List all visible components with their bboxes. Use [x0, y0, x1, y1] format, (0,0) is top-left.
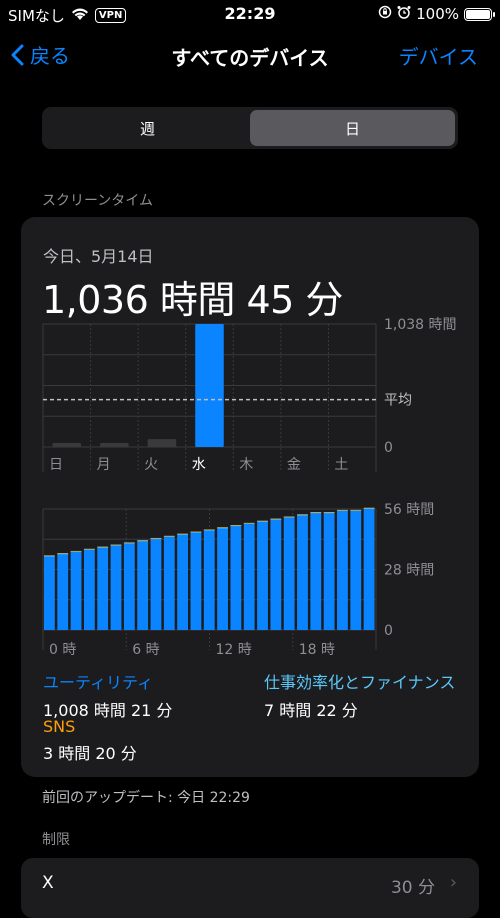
bar-hour-2-仕事効率化とファイナンス — [71, 551, 82, 552]
bar-hour-0-仕事効率化とファイナンス — [44, 556, 55, 557]
limit-app-name: X — [42, 873, 54, 893]
bar-hour-16-仕事効率化とファイナンス — [257, 521, 268, 522]
bar-hour-17-仕事効率化とファイナンス — [270, 519, 281, 520]
limit-app-value: 30 分 — [391, 873, 435, 898]
day-label: 金 — [287, 457, 301, 473]
bar-hour-14-ユーティリティ — [230, 526, 241, 630]
day-label: 土 — [334, 457, 348, 473]
screen-time-card[interactable]: 今日、5月14日 1,036 時間 45 分 日月火水木金土平均1,038 時間… — [21, 217, 479, 777]
hour-label: 6 時 — [132, 642, 159, 658]
bar-hour-15-ユーティリティ — [244, 524, 255, 630]
bar-hour-9-仕事効率化とファイナンス — [164, 536, 175, 537]
section-screen-time: スクリーンタイム — [42, 190, 153, 210]
bar-hour-5-ユーティリティ — [111, 546, 122, 630]
day-label: 日 — [49, 457, 63, 473]
legend-productivity-value: 7 時間 22 分 — [264, 697, 455, 721]
battery-icon — [464, 8, 492, 21]
y-tick-label: 56 時間 — [384, 502, 434, 518]
bar-hour-21-仕事効率化とファイナンス — [324, 512, 335, 513]
bar-hour-2-ユーティリティ — [71, 552, 82, 630]
y-tick-label: 0 — [384, 440, 393, 456]
chevron-right-icon: › — [450, 872, 457, 893]
day-label: 水 — [192, 457, 206, 473]
bar-hour-13-ユーティリティ — [217, 528, 228, 630]
bar-hour-1-ユーティリティ — [57, 554, 68, 630]
bar-hour-22-仕事効率化とファイナンス — [337, 510, 348, 511]
legend-social-value: 3 時間 20 分 — [43, 740, 137, 764]
bar-hour-16-ユーティリティ — [257, 522, 268, 630]
segment-week[interactable]: 週 — [45, 110, 250, 146]
day-label: 月 — [97, 457, 111, 473]
bar-hour-24-仕事効率化とファイナンス — [364, 508, 375, 509]
bar-hour-23-ユーティリティ — [350, 511, 361, 630]
alarm-icon — [397, 5, 411, 23]
bar-hour-4-仕事効率化とファイナンス — [97, 547, 108, 548]
bar-hour-0-ユーティリティ — [44, 557, 55, 630]
bar-日 — [53, 443, 82, 447]
average-label: 平均 — [384, 393, 412, 409]
bar-hour-10-ユーティリティ — [177, 535, 188, 630]
bar-hour-17-ユーティリティ — [270, 520, 281, 630]
battery-percent: 100% — [416, 5, 459, 23]
bar-hour-24-ユーティリティ — [364, 509, 375, 630]
bar-hour-12-ユーティリティ — [204, 531, 215, 630]
legend-productivity: 仕事効率化とファイナンス 7 時間 22 分 — [264, 669, 455, 721]
y-tick-label: 28 時間 — [384, 563, 434, 579]
bar-hour-7-ユーティリティ — [137, 541, 148, 630]
limit-row-x[interactable]: X 30 分 › — [21, 858, 479, 918]
bar-hour-9-ユーティリティ — [164, 537, 175, 630]
navigation-bar: 戻る すべてのデバイス デバイス — [0, 30, 500, 80]
devices-button[interactable]: デバイス — [399, 41, 478, 70]
hourly-chart[interactable]: 0 時 6 時 12 時 18 時 56 時間 28 時間 0 — [21, 497, 479, 657]
legend-utilities-name: ユーティリティ — [43, 669, 172, 693]
bar-hour-10-仕事効率化とファイナンス — [177, 534, 188, 535]
bar-hour-5-仕事効率化とファイナンス — [111, 545, 122, 546]
bar-月 — [100, 443, 129, 447]
bar-hour-20-ユーティリティ — [310, 513, 321, 630]
bar-hour-11-仕事効率化とファイナンス — [191, 532, 202, 533]
day-label: 火 — [144, 457, 158, 473]
bar-火 — [148, 439, 177, 447]
hour-label: 0 時 — [49, 642, 76, 658]
y-tick-label: 0 — [384, 623, 393, 639]
bar-hour-19-ユーティリティ — [297, 515, 308, 630]
bar-hour-18-ユーティリティ — [284, 518, 295, 630]
bar-hour-19-仕事効率化とファイナンス — [297, 515, 308, 516]
bar-hour-1-仕事効率化とファイナンス — [57, 554, 68, 555]
bar-hour-12-仕事効率化とファイナンス — [204, 530, 215, 531]
orientation-lock-icon — [378, 5, 392, 23]
day-label: 木 — [239, 457, 253, 473]
legend-productivity-name: 仕事効率化とファイナンス — [264, 669, 455, 693]
bar-hour-23-仕事効率化とファイナンス — [350, 510, 361, 511]
bar-hour-22-ユーティリティ — [337, 511, 348, 630]
bar-hour-3-ユーティリティ — [84, 550, 95, 630]
bar-hour-18-仕事効率化とファイナンス — [284, 517, 295, 518]
legend-utilities: ユーティリティ 1,008 時間 21 分 — [43, 669, 172, 721]
y-tick-label: 1,038 時間 — [384, 317, 457, 333]
bar-hour-6-仕事効率化とファイナンス — [124, 543, 135, 544]
bar-hour-4-ユーティリティ — [97, 548, 108, 630]
bar-hour-14-仕事効率化とファイナンス — [230, 525, 241, 526]
bar-hour-13-仕事効率化とファイナンス — [217, 528, 228, 529]
segment-day[interactable]: 日 — [250, 110, 455, 146]
date-label: 今日、5月14日 — [43, 243, 154, 267]
section-limits: 制限 — [42, 829, 70, 849]
bar-hour-8-仕事効率化とファイナンス — [151, 538, 162, 539]
bar-hour-20-仕事効率化とファイナンス — [310, 512, 321, 513]
bar-水 — [195, 324, 224, 447]
hour-label: 12 時 — [216, 642, 252, 658]
legend-social-name: SNS — [43, 717, 137, 736]
bar-hour-15-仕事効率化とファイナンス — [244, 523, 255, 524]
legend-social: SNS 3 時間 20 分 — [43, 717, 137, 764]
bar-hour-6-ユーティリティ — [124, 544, 135, 630]
bar-hour-11-ユーティリティ — [191, 533, 202, 630]
bar-hour-21-ユーティリティ — [324, 513, 335, 630]
bar-hour-8-ユーティリティ — [151, 539, 162, 630]
last-updated: 前回のアップデート: 今日 22:29 — [42, 787, 250, 807]
period-segmented-control: 週 日 — [42, 107, 458, 149]
hour-label: 18 時 — [299, 642, 335, 658]
bar-hour-7-仕事効率化とファイナンス — [137, 541, 148, 542]
bar-hour-3-仕事効率化とファイナンス — [84, 549, 95, 550]
status-bar: SIMなし VPN 22:29 100% — [0, 0, 500, 28]
